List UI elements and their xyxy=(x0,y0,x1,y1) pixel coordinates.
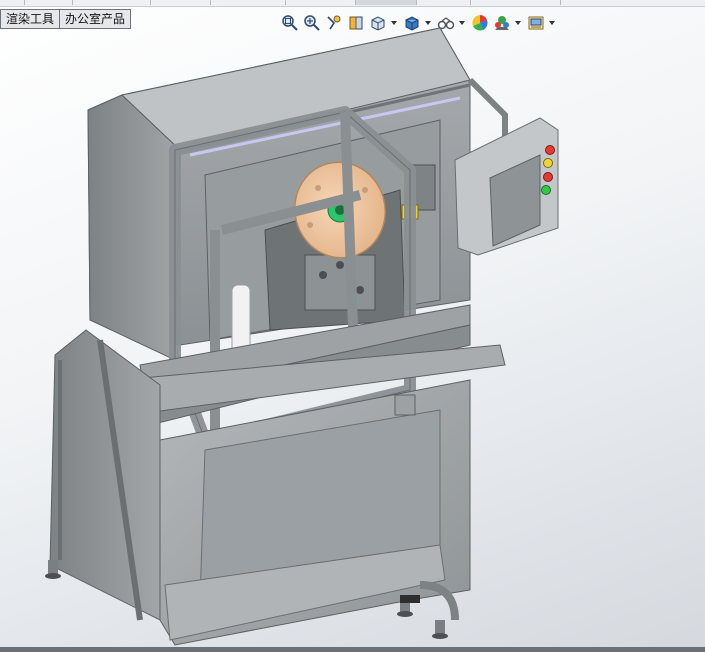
window-bottom-strip xyxy=(0,647,705,652)
cad-model-viewport[interactable] xyxy=(0,0,705,652)
